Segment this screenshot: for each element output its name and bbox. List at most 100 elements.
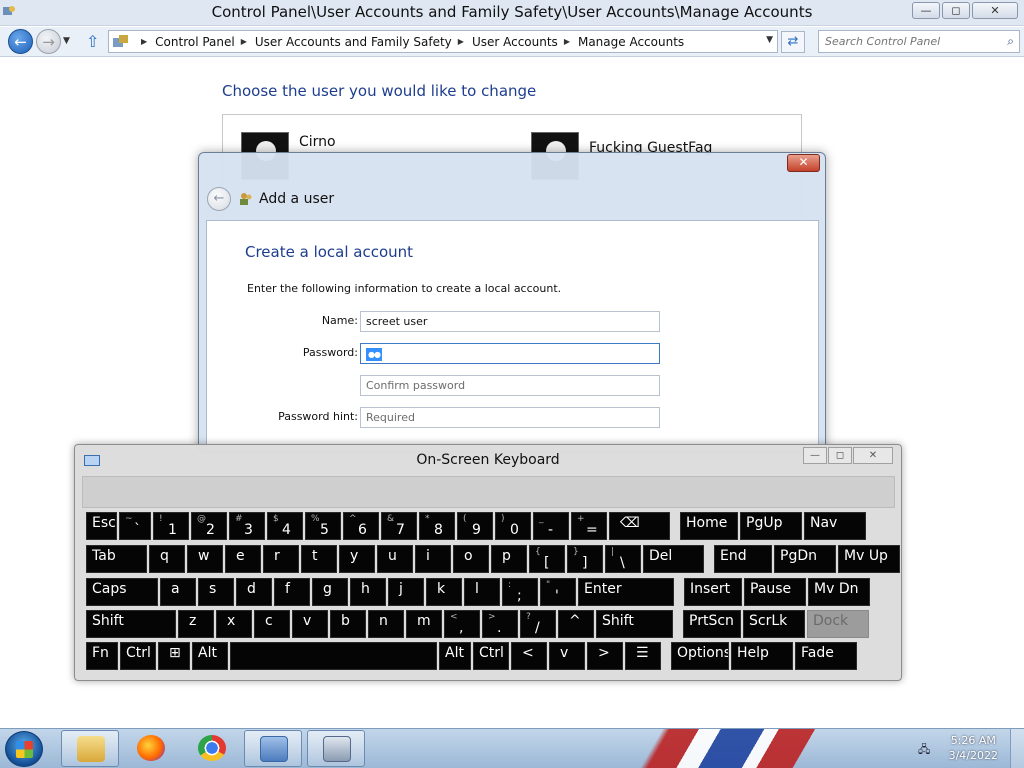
- key-n[interactable]: n: [368, 610, 404, 638]
- key-end[interactable]: End: [714, 545, 772, 573]
- show-desktop-button[interactable]: [1010, 729, 1024, 768]
- key-s[interactable]: s: [198, 578, 234, 606]
- key-sym3-10[interactable]: ? /: [520, 610, 556, 638]
- key-sym1-13[interactable]: | \: [605, 545, 641, 573]
- key-sym4-7[interactable]: <: [511, 642, 547, 670]
- clock[interactable]: 5:26 AM 3/4/2022: [949, 733, 998, 763]
- key-alt[interactable]: Alt: [439, 642, 471, 670]
- key-r[interactable]: r: [263, 545, 299, 573]
- breadcrumb-manage-accounts[interactable]: Manage Accounts: [578, 35, 684, 49]
- address-dropdown-icon[interactable]: ▼: [766, 35, 773, 45]
- recent-pages-chevron-icon[interactable]: ▼: [63, 36, 70, 46]
- key-help[interactable]: Help: [731, 642, 793, 670]
- search-input[interactable]: [819, 31, 989, 52]
- key-e[interactable]: e: [225, 545, 261, 573]
- key-5[interactable]: % 5: [305, 512, 341, 540]
- key-sym4-10[interactable]: ☰: [625, 642, 661, 670]
- key-shift[interactable]: Shift: [596, 610, 673, 638]
- key-pause[interactable]: Pause: [744, 578, 806, 606]
- key-a[interactable]: a: [160, 578, 196, 606]
- search-box[interactable]: ⌕: [818, 30, 1020, 53]
- key-home[interactable]: Home: [680, 512, 738, 540]
- key-4[interactable]: $4: [267, 512, 303, 540]
- breadcrumb-user-accounts-family-safety[interactable]: User Accounts and Family Safety: [255, 35, 452, 49]
- key-sym4-9[interactable]: >: [587, 642, 623, 670]
- key-del[interactable]: Del: [643, 545, 704, 573]
- taskbar-chrome[interactable]: [183, 730, 241, 767]
- key-sym2-11[interactable]: " ': [540, 578, 576, 606]
- key-mv-dn[interactable]: Mv Dn: [808, 578, 870, 606]
- key-v[interactable]: v: [549, 642, 585, 670]
- key-k[interactable]: k: [426, 578, 462, 606]
- key-3[interactable]: #3: [229, 512, 265, 540]
- refresh-button[interactable]: ⇄: [781, 31, 805, 53]
- key-sym3-9[interactable]: >.: [482, 610, 518, 638]
- address-bar[interactable]: ▶ Control Panel ▶ User Accounts and Fami…: [108, 30, 778, 53]
- key-shift[interactable]: Shift: [86, 610, 176, 638]
- taskbar-folder[interactable]: [61, 730, 119, 767]
- key-ctrl[interactable]: Ctrl: [120, 642, 156, 670]
- key-ctrl[interactable]: Ctrl: [473, 642, 509, 670]
- key-sym1-12[interactable]: }]: [567, 545, 603, 573]
- key-m[interactable]: m: [406, 610, 442, 638]
- key-enter[interactable]: Enter: [578, 578, 674, 606]
- key-pgup[interactable]: PgUp: [740, 512, 802, 540]
- key-d[interactable]: d: [236, 578, 272, 606]
- key-x[interactable]: x: [216, 610, 252, 638]
- key-scrlk[interactable]: ScrLk: [743, 610, 805, 638]
- key-space[interactable]: [230, 642, 437, 670]
- key-1[interactable]: ! 1: [153, 512, 189, 540]
- key-8[interactable]: * 8: [419, 512, 455, 540]
- breadcrumb-separator-icon[interactable]: ▶: [564, 37, 570, 46]
- breadcrumb-separator-icon[interactable]: ▶: [241, 37, 247, 46]
- network-icon[interactable]: 🖧: [918, 741, 934, 756]
- key-options[interactable]: Options: [671, 642, 729, 670]
- key-t[interactable]: t: [301, 545, 337, 573]
- key-i[interactable]: i: [415, 545, 451, 573]
- key-j[interactable]: j: [388, 578, 424, 606]
- key-esc[interactable]: Esc: [86, 512, 117, 540]
- key-sym0-12[interactable]: _ -: [533, 512, 569, 540]
- key-2[interactable]: @2: [191, 512, 227, 540]
- key-9[interactable]: (9: [457, 512, 493, 540]
- key-7[interactable]: & 7: [381, 512, 417, 540]
- key-alt[interactable]: Alt: [192, 642, 228, 670]
- key-p[interactable]: p: [491, 545, 527, 573]
- key-y[interactable]: y: [339, 545, 375, 573]
- key-dock[interactable]: Dock: [807, 610, 869, 638]
- breadcrumb-separator-icon[interactable]: ▶: [458, 37, 464, 46]
- osk-minimize-button[interactable]: —: [803, 447, 827, 464]
- confirm-password-field[interactable]: Confirm password: [360, 375, 660, 396]
- taskbar-on-screen-keyboard[interactable]: [307, 730, 365, 767]
- key-pgdn[interactable]: PgDn: [774, 545, 836, 573]
- password-hint-field[interactable]: Required: [360, 407, 660, 428]
- breadcrumb-control-panel[interactable]: Control Panel: [155, 35, 235, 49]
- key-z[interactable]: z: [178, 610, 214, 638]
- name-field[interactable]: screet user: [360, 311, 660, 332]
- key-b[interactable]: b: [330, 610, 366, 638]
- osk-close-button[interactable]: ✕: [853, 447, 893, 464]
- start-button[interactable]: [5, 731, 43, 767]
- key-sym0-1[interactable]: ~ `: [119, 512, 151, 540]
- key-l[interactable]: l: [464, 578, 500, 606]
- key-insert[interactable]: Insert: [684, 578, 742, 606]
- key-nav[interactable]: Nav: [804, 512, 866, 540]
- key-q[interactable]: q: [149, 545, 185, 573]
- maximize-button[interactable]: ◻: [942, 2, 970, 19]
- key-h[interactable]: h: [350, 578, 386, 606]
- osk-maximize-button[interactable]: ◻: [828, 447, 852, 464]
- key-o[interactable]: o: [453, 545, 489, 573]
- taskbar-firefox[interactable]: [122, 730, 180, 767]
- key-sym3-11[interactable]: ^: [558, 610, 594, 638]
- key-sym0-13[interactable]: + =: [571, 512, 607, 540]
- key-mv-up[interactable]: Mv Up: [838, 545, 900, 573]
- key-sym4-2[interactable]: ⊞: [158, 642, 190, 670]
- up-arrow-icon[interactable]: ⇧: [86, 32, 99, 51]
- key-u[interactable]: u: [377, 545, 413, 573]
- dialog-close-button[interactable]: ✕: [787, 154, 820, 172]
- key-prtscn[interactable]: PrtScn: [683, 610, 741, 638]
- forward-button[interactable]: →: [36, 29, 61, 54]
- password-field[interactable]: ●●: [360, 343, 660, 364]
- key-sym0-14[interactable]: ⌫: [609, 512, 670, 540]
- user-name[interactable]: Cirno: [299, 134, 336, 150]
